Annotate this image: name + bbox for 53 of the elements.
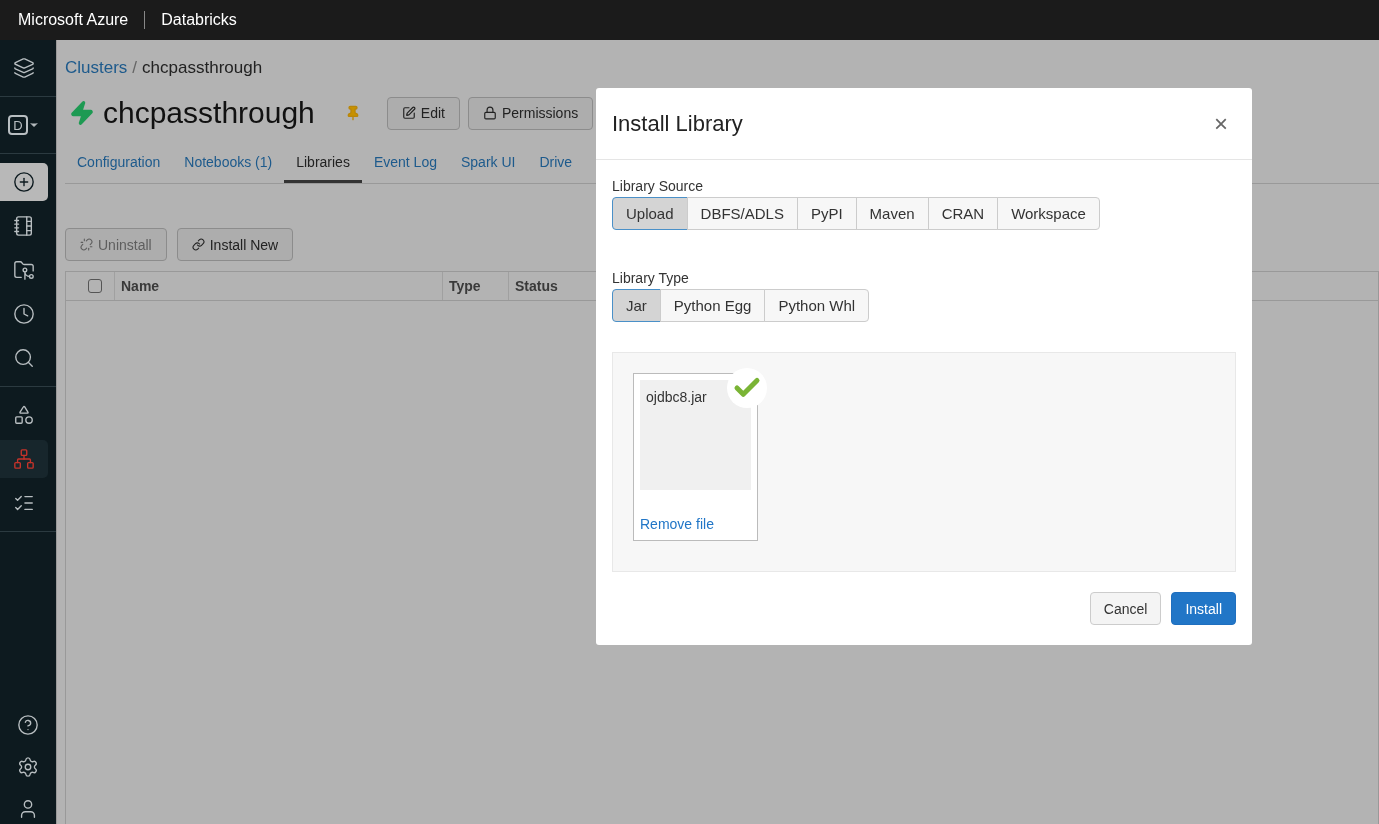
action-button[interactable]: Permissions [467,96,594,130]
help-icon[interactable] [17,714,39,736]
primary-button[interactable]: Install [1171,592,1236,625]
dialog-title: Install Library [612,110,743,137]
tab[interactable]: Spark UI [449,144,528,183]
settings-icon[interactable] [17,756,39,778]
breadcrumb-current: chcpassthrough [142,58,263,78]
clock-icon [13,303,35,325]
product-name: Databricks [144,11,237,29]
tab[interactable]: Notebooks (1) [172,144,285,183]
notebook-icon [13,215,35,237]
sidebar-item[interactable]: D [0,106,48,144]
close-button[interactable]: × [1214,109,1228,138]
type-option[interactable]: Python Whl [764,289,870,322]
plus-icon [13,171,35,193]
tab[interactable]: Configuration [65,144,173,183]
workspace-letter: D [8,115,28,135]
secondary-button[interactable]: Cancel [1089,592,1162,625]
network-icon [13,448,35,470]
tab[interactable]: Libraries [284,144,362,183]
shapes-icon [13,404,35,426]
field-label: Library Source [612,178,705,194]
drop-zone[interactable]: ojdbc8.jar Remove file [612,352,1236,572]
lock-icon [482,106,497,120]
source-option[interactable]: PyPI [796,197,857,230]
source-option[interactable]: CRAN [927,197,999,230]
type-option[interactable]: Python Egg [659,289,766,322]
source-option[interactable]: Workspace [997,197,1100,230]
library-button[interactable]: Install New [176,228,294,261]
source-option[interactable]: DBFS/ADLS [686,197,798,230]
action-button[interactable]: Edit [386,96,460,130]
search-icon [13,347,35,369]
link-icon [191,238,205,251]
sidebar-item[interactable] [0,163,48,201]
type-option[interactable]: Jar [612,289,661,322]
breadcrumb-link[interactable]: Clusters [65,58,128,78]
field-label: Library Type [612,270,690,286]
tab[interactable]: Event Log [361,144,449,183]
folder-icon [13,259,35,281]
brand-name: Microsoft Azure [18,11,130,29]
column-header[interactable]: Type [442,272,508,300]
source-option[interactable]: Upload [612,197,688,230]
file-name: ojdbc8.jar [646,389,707,405]
tab[interactable]: Drive [527,144,585,183]
cluster-title: chcpassthrough [103,96,315,130]
remove-file-link[interactable]: Remove file [640,516,751,532]
breadcrumb-separator: / [132,58,138,78]
layers-icon [13,57,35,79]
source-option[interactable]: Maven [855,197,929,230]
edit-icon [401,106,416,120]
unlink-icon [80,238,93,251]
select-all-checkbox[interactable] [88,279,102,293]
column-header[interactable]: Name [114,272,442,300]
